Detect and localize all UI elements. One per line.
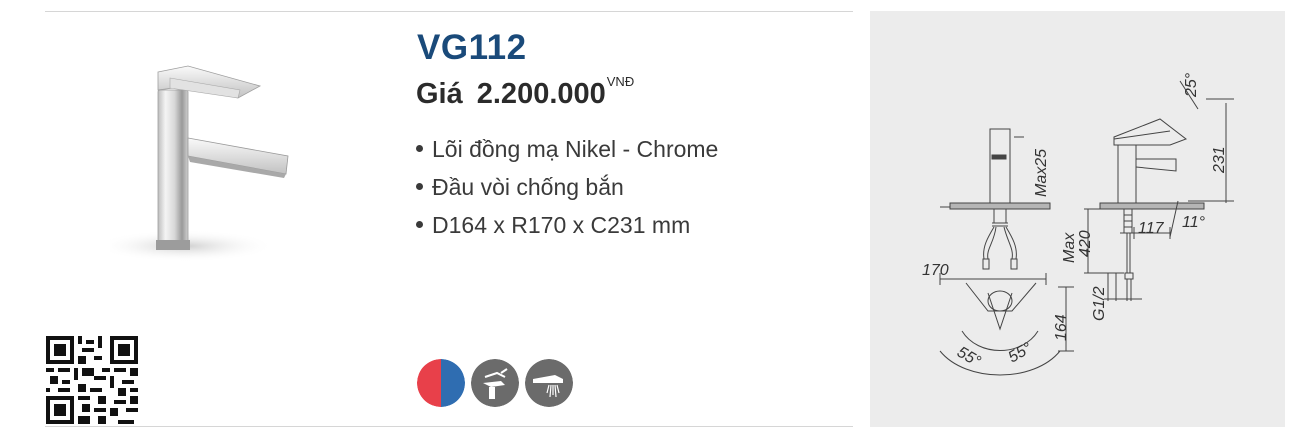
technical-drawing-svg: 231 25° 11° 117 Max25 Max 420 G1/2 170 1… bbox=[922, 72, 1234, 376]
dim-connection: G1/2 bbox=[1091, 286, 1108, 321]
feature-item: Lõi đồng mạ Nikel - Chrome bbox=[416, 130, 718, 168]
dim-width: 170 bbox=[922, 262, 949, 279]
anti-splash-aerator-icon bbox=[525, 359, 573, 407]
currency: VNĐ bbox=[606, 74, 635, 90]
top-divider bbox=[45, 11, 853, 12]
feature-item: Đầu vòi chống bắn bbox=[416, 168, 718, 206]
dim-spout-angle: 11° bbox=[1182, 214, 1206, 231]
dim-spout-reach: 117 bbox=[1138, 220, 1165, 237]
price: Giá 2.200.000VNĐ bbox=[416, 74, 634, 111]
dim-hose-length: 420 bbox=[1077, 230, 1094, 257]
dim-height: 231 bbox=[1211, 146, 1228, 174]
dim-rotation-right: 55° bbox=[1006, 339, 1036, 366]
dim-max-hose: Max bbox=[1061, 232, 1078, 263]
price-label: Giá bbox=[416, 78, 463, 110]
dim-lever-angle: 25° bbox=[1183, 72, 1200, 98]
feature-item: D164 x R170 x C231 mm bbox=[416, 206, 718, 244]
product-model: VG112 bbox=[417, 28, 527, 67]
dim-max-deck: Max25 bbox=[1033, 149, 1050, 197]
qr-code bbox=[46, 336, 138, 424]
single-lever-icon bbox=[471, 359, 519, 407]
feature-list: Lõi đồng mạ Nikel - Chrome Đầu vòi chống… bbox=[416, 130, 718, 244]
feature-icons bbox=[417, 359, 573, 407]
dim-depth: 164 bbox=[1053, 314, 1070, 341]
bullet-icon bbox=[416, 145, 423, 153]
bullet-icon bbox=[416, 183, 423, 191]
product-photo bbox=[110, 65, 289, 262]
bottom-divider bbox=[45, 426, 853, 427]
bullet-icon bbox=[416, 221, 423, 229]
dim-rotation-left: 55° bbox=[954, 344, 984, 371]
technical-drawing: 231 25° 11° 117 Max25 Max 420 G1/2 170 1… bbox=[870, 11, 1285, 427]
hot-cold-water-icon bbox=[417, 359, 465, 407]
price-value: 2.200.000 bbox=[476, 78, 606, 110]
